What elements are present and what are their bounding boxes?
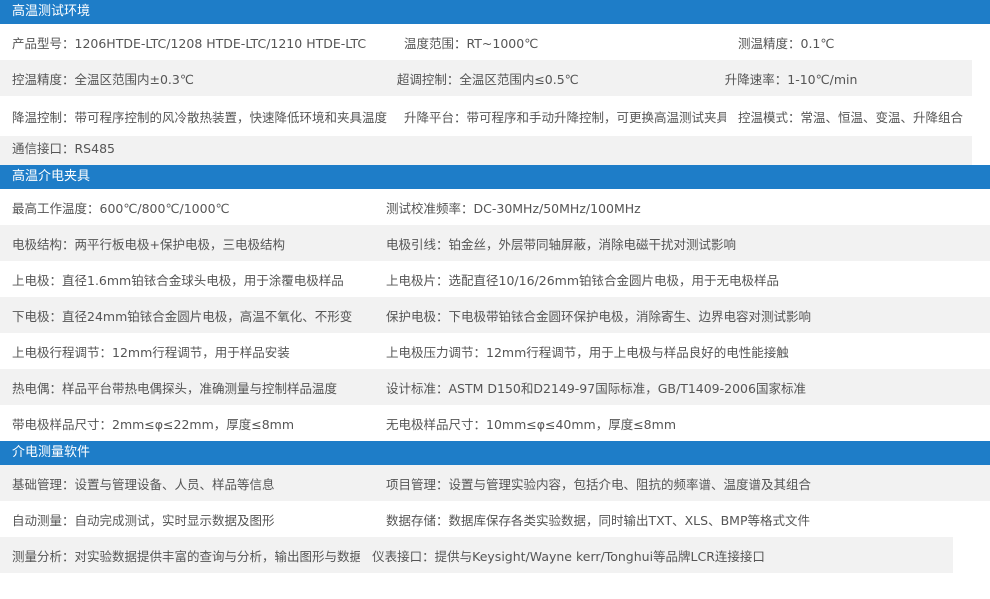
spec-row: 最高工作温度：600℃/800℃/1000℃ 测试校准频率：DC-30MHz/5… [0,189,990,225]
spec-cell: 基础管理：设置与管理设备、人员、样品等信息 [12,476,275,492]
spec-row: 降温控制：带可程序控制的风冷散热装置，快速降低环境和夹具温度 升降平台：带可程序… [0,96,990,136]
spec-cell: 上电极：直径1.6mm铂铱合金球头电极，用于涂覆电极样品 [12,272,344,288]
spec-cell: 最高工作温度：600℃/800℃/1000℃ [12,200,230,216]
spec-cell: 电极引线：铂金丝，外层带同轴屏蔽，消除电磁干扰对测试影响 [386,236,737,252]
section-dielectric-software: 介电测量软件 基础管理：设置与管理设备、人员、样品等信息 项目管理：设置与管理实… [0,441,990,573]
spec-row: 产品型号：1206HTDE-LTC/1208 HTDE-LTC/1210 HTD… [0,24,990,60]
spec-cell: 通信接口：RS485 [12,141,115,156]
spec-cell: 降温控制：带可程序控制的风冷散热装置，快速降低环境和夹具温度 [12,109,388,125]
spec-row: 通信接口：RS485 [0,136,972,165]
spec-row: 基础管理：设置与管理设备、人员、样品等信息 项目管理：设置与管理实验内容，包括介… [0,465,990,501]
spec-cell: 上电极片：选配直径10/16/26mm铂铱合金圆片电极，用于无电极样品 [386,272,779,288]
spec-cell: 设计标准：ASTM D150和D2149-97国际标准，GB/T1409-200… [386,380,806,396]
spec-cell: 无电极样品尺寸：10mm≤φ≤40mm，厚度≤8mm [386,416,676,432]
section-header: 高温测试环境 [0,0,990,24]
spec-row: 上电极行程调节：12mm行程调节，用于样品安装 上电极压力调节：12mm行程调节… [0,333,990,369]
spec-cell: 项目管理：设置与管理实验内容，包括介电、阻抗的频率谱、温度谱及其组合 [386,476,812,492]
section-high-temp-fixture: 高温介电夹具 最高工作温度：600℃/800℃/1000℃ 测试校准频率：DC-… [0,165,990,441]
spec-cell: 超调控制：全温区范围内≤0.5℃ [396,71,579,87]
spec-cell: 升降速率：1-10℃/min [724,71,858,87]
spec-cell: 控温精度：全温区范围内±0.3℃ [12,71,194,87]
spec-cell: 测试校准频率：DC-30MHz/50MHz/100MHz [386,200,641,216]
spec-cell: 测量分析：对实验数据提供丰富的查询与分析，输出图形与数据 [12,548,361,564]
spec-cell: 上电极行程调节：12mm行程调节，用于样品安装 [12,344,290,360]
spec-cell: 上电极压力调节：12mm行程调节，用于上电极与样品良好的电性能接触 [386,344,789,360]
spec-row: 下电极：直径24mm铂铱合金圆片电极，高温不氧化、不形变 保护电极：下电极带铂铱… [0,297,990,333]
spec-cell: 数据存储：数据库保存各类实验数据，同时输出TXT、XLS、BMP等格式文件 [386,512,810,528]
spec-cell: 仪表接口：提供与Keysight/Wayne kerr/Tonghui等品牌LC… [372,548,765,564]
spec-cell: 温度范围：RT~1000℃ [404,35,539,51]
spec-cell: 升降平台：带可程序和手动升降控制，可更换高温测试夹具 [404,109,726,125]
spec-row: 测量分析：对实验数据提供丰富的查询与分析，输出图形与数据 仪表接口：提供与Key… [0,537,953,573]
spec-row: 控温精度：全温区范围内±0.3℃ 超调控制：全温区范围内≤0.5℃ 升降速率：1… [0,60,972,96]
spec-cell: 保护电极：下电极带铂铱合金圆环保护电极，消除寄生、边界电容对测试影响 [386,308,812,324]
spec-row: 上电极：直径1.6mm铂铱合金球头电极，用于涂覆电极样品 上电极片：选配直径10… [0,261,990,297]
spec-cell: 热电偶：样品平台带热电偶探头，准确测量与控制样品温度 [12,380,338,396]
spec-cell: 产品型号：1206HTDE-LTC/1208 HTDE-LTC/1210 HTD… [12,35,367,51]
spec-cell: 下电极：直径24mm铂铱合金圆片电极，高温不氧化、不形变 [12,308,353,324]
spec-row: 电极结构：两平行板电极+保护电极，三电极结构 电极引线：铂金丝，外层带同轴屏蔽，… [0,225,990,261]
spec-row: 热电偶：样品平台带热电偶探头，准确测量与控制样品温度 设计标准：ASTM D15… [0,369,990,405]
spec-cell: 控温模式：常温、恒温、变温、升降组合 [738,109,964,125]
spec-cell: 自动测量：自动完成测试，实时显示数据及图形 [12,512,275,528]
spec-row: 带电极样品尺寸：2mm≤φ≤22mm，厚度≤8mm 无电极样品尺寸：10mm≤φ… [0,405,990,441]
section-high-temp-environment: 高温测试环境 产品型号：1206HTDE-LTC/1208 HTDE-LTC/1… [0,0,990,165]
section-header: 介电测量软件 [0,441,990,465]
spec-cell: 电极结构：两平行板电极+保护电极，三电极结构 [12,236,285,252]
section-header: 高温介电夹具 [0,165,990,189]
spec-cell: 测温精度：0.1℃ [738,35,835,51]
spec-cell: 带电极样品尺寸：2mm≤φ≤22mm，厚度≤8mm [12,416,295,432]
spec-row: 自动测量：自动完成测试，实时显示数据及图形 数据存储：数据库保存各类实验数据，同… [0,501,990,537]
